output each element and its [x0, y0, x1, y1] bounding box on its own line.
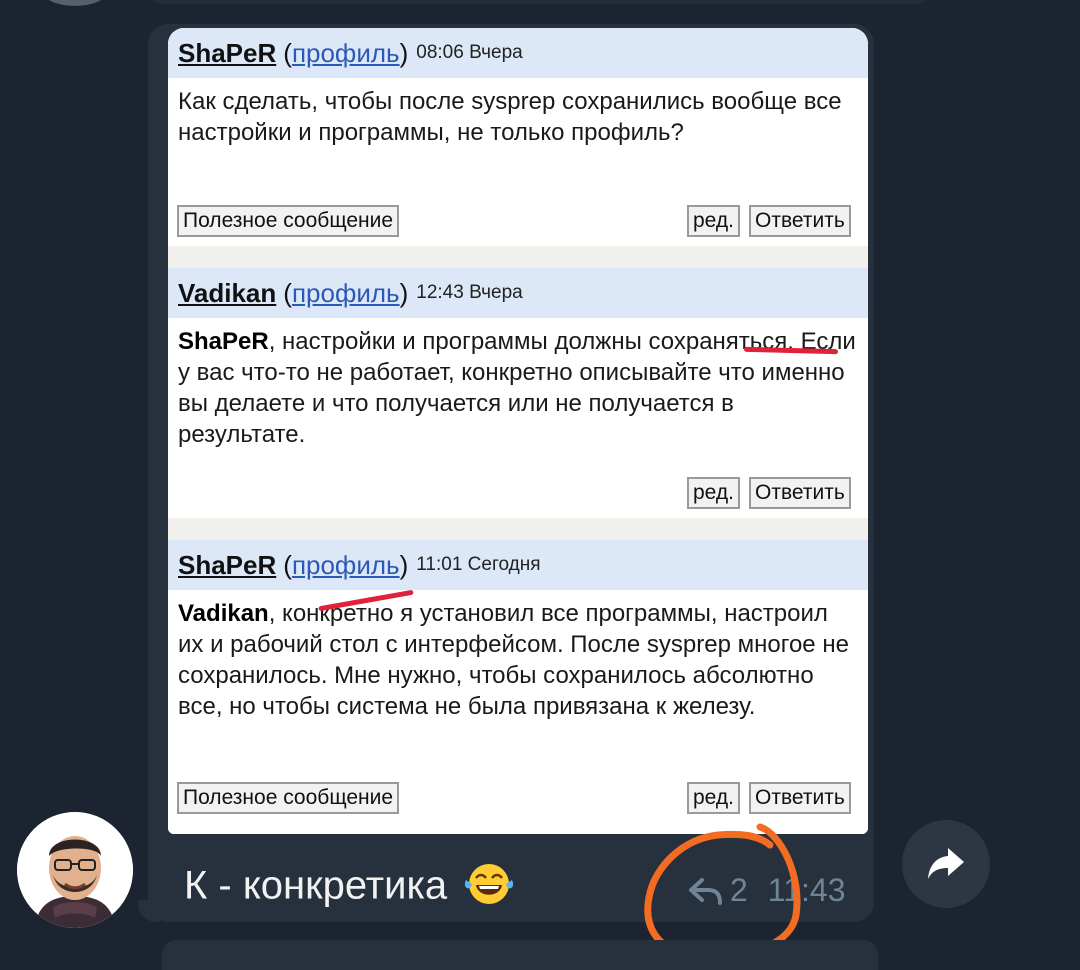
reply-button: Ответить — [749, 205, 851, 237]
post-header: ShaPeR (профиль) 08:06 Вчера — [168, 28, 868, 78]
useful-message-button: Полезное сообщение — [177, 782, 400, 814]
edit-button: ред. — [687, 205, 740, 237]
post-header: Vadikan (профиль) 12:43 Вчера — [168, 268, 868, 318]
forward-arrow-icon — [924, 844, 968, 884]
profile-link: профиль — [291, 277, 400, 308]
forum-post-3: ShaPeR (профиль) 11:01 Сегодня Vadikan, … — [168, 540, 868, 834]
caption-text: К - конкретика — [184, 863, 448, 908]
sender-avatar[interactable] — [17, 812, 133, 928]
reply-button: Ответить — [749, 477, 851, 509]
bubble-tail — [138, 900, 160, 922]
post-time: 12:43 Вчера — [416, 282, 523, 303]
profile-paren-open: ( — [283, 277, 292, 308]
post-mention: Vadikan — [178, 600, 269, 627]
message-time: 11:43 — [767, 872, 846, 908]
profile-paren-close: ) — [399, 549, 409, 580]
avatar-cartoon-icon — [17, 812, 133, 928]
profile-paren-close: ) — [399, 277, 409, 308]
post-body: Как сделать, чтобы после sysprep сохрани… — [178, 88, 842, 146]
profile-paren-open: ( — [283, 37, 292, 68]
forum-post-2: Vadikan (профиль) 12:43 Вчера ShaPeR, на… — [168, 268, 868, 518]
message-meta: 2 11:43 — [688, 872, 846, 909]
post-mention: ShaPeR — [178, 328, 269, 355]
reply-button: Ответить — [749, 782, 851, 814]
forum-screenshot[interactable]: ShaPeR (профиль) 08:06 Вчера Как сделать… — [168, 28, 868, 834]
next-message-edge — [162, 940, 878, 970]
post-author: Vadikan — [178, 277, 277, 308]
profile-link: профиль — [291, 549, 400, 580]
post-header: ShaPeR (профиль) 11:01 Сегодня — [168, 540, 868, 590]
previous-message-edge — [148, 0, 930, 4]
profile-paren-open: ( — [283, 549, 292, 580]
profile-paren-close: ) — [399, 37, 409, 68]
previous-avatar-edge — [40, 0, 110, 6]
post-time: 08:06 Вчера — [416, 42, 523, 63]
post-author: ShaPeR — [178, 37, 277, 68]
useful-message-button: Полезное сообщение — [177, 205, 400, 237]
laughing-emoji-icon — [464, 860, 514, 916]
message-caption: К - конкретика — [184, 860, 514, 916]
forward-button[interactable] — [902, 820, 990, 908]
post-text: , настройки и программы должны сохранять… — [178, 328, 856, 448]
edit-button: ред. — [687, 477, 740, 509]
post-body: ShaPeR, настройки и программы должны сох… — [168, 318, 868, 450]
reply-arrow-icon[interactable] — [688, 876, 724, 906]
post-author: ShaPeR — [178, 549, 277, 580]
post-text: , конкретно я установил все программы, н… — [178, 600, 849, 720]
post-body: Vadikan, конкретно я установил все прогр… — [168, 590, 868, 722]
edit-button: ред. — [687, 782, 740, 814]
reply-count[interactable]: 2 — [730, 872, 748, 909]
post-time: 11:01 Сегодня — [416, 554, 541, 575]
profile-link: профиль — [291, 37, 400, 68]
forum-post-1: ShaPeR (профиль) 08:06 Вчера Как сделать… — [168, 28, 868, 246]
